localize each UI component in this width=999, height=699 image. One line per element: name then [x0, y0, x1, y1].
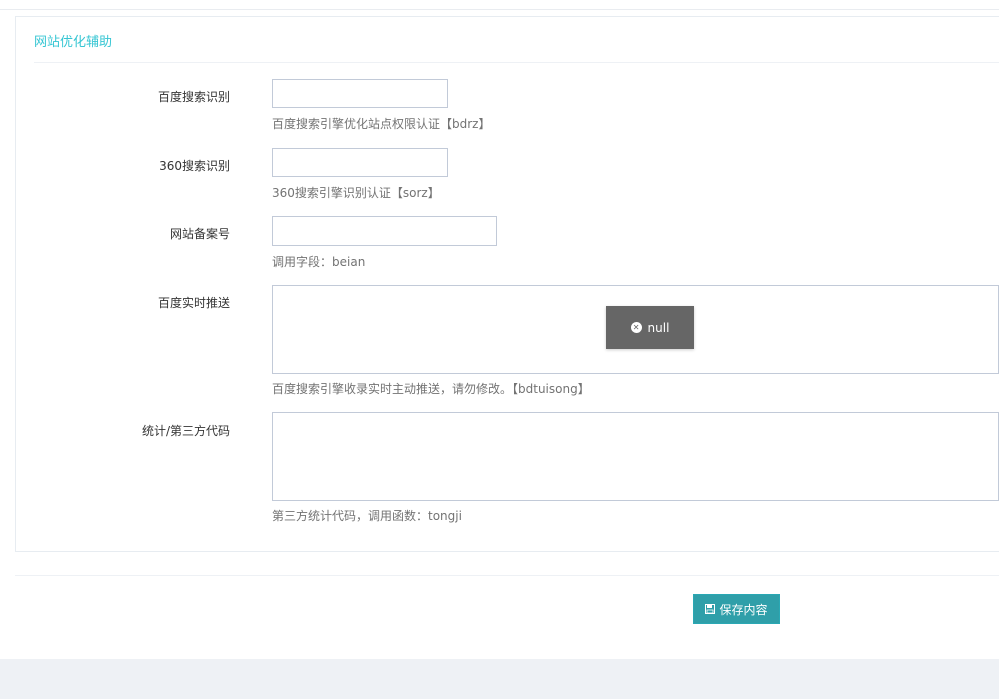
icp-label: 网站备案号 — [169, 227, 230, 241]
stats-code-textarea[interactable] — [272, 412, 999, 501]
baidu-push-label: 百度实时推送 — [157, 296, 230, 310]
baidu-verify-input[interactable] — [272, 79, 448, 108]
title-divider — [34, 62, 999, 63]
stats-code-label: 统计/第三方代码 — [141, 424, 230, 438]
top-strip — [0, 0, 999, 10]
baidu-verify-help: 百度搜索引擎优化站点权限认证【bdrz】 — [272, 117, 491, 131]
stats-code-help: 第三方统计代码，调用函数：tongji — [272, 509, 462, 523]
360-verify-label: 360搜索识别 — [159, 159, 230, 173]
page-footer — [0, 659, 999, 699]
toast-text: null — [647, 320, 670, 335]
panel-title: 网站优化辅助 — [34, 35, 113, 50]
icp-input[interactable] — [272, 216, 497, 246]
baidu-verify-label: 百度搜索识别 — [157, 90, 230, 104]
icp-help: 调用字段：beian — [272, 255, 366, 269]
close-circle-icon: ✕ — [630, 322, 642, 333]
floppy-disk-icon — [705, 604, 716, 614]
save-button[interactable]: 保存内容 — [693, 594, 780, 624]
360-verify-input[interactable] — [272, 148, 448, 177]
baidu-push-help: 百度搜索引擎收录实时主动推送，请勿修改。【bdtuisong】 — [272, 382, 590, 396]
save-button-label: 保存内容 — [719, 602, 768, 617]
360-verify-help: 360搜索引擎识别认证【sorz】 — [272, 186, 440, 200]
actions-divider — [15, 575, 999, 576]
error-toast[interactable]: ✕ null — [606, 306, 694, 349]
